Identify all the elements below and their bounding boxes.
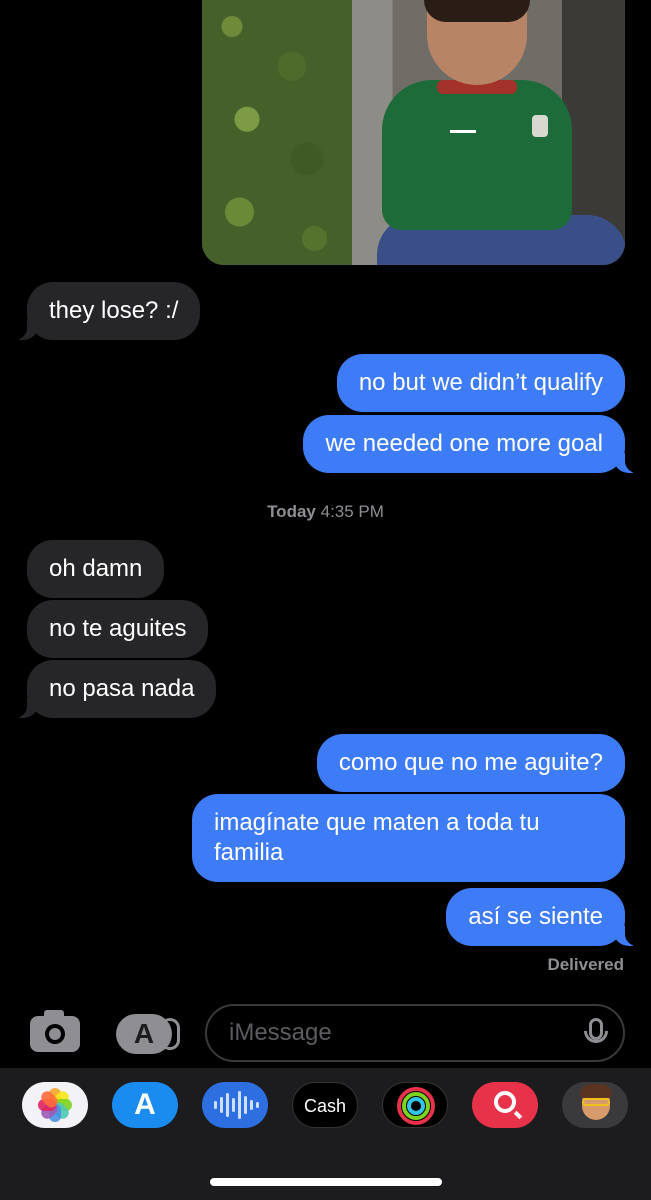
photo-hair [424, 0, 530, 22]
camera-icon[interactable] [30, 1010, 80, 1052]
photo-crest [532, 115, 548, 137]
message-text-line-1: imagínate que maten a toda tu [214, 809, 540, 836]
composer-bar: A iMessage [0, 1000, 651, 1066]
message-input-placeholder: iMessage [229, 1019, 332, 1046]
message-text: así se siente [468, 903, 603, 930]
app-store-app-icon[interactable]: A [112, 1082, 178, 1128]
message-text: como que no me aguite? [338, 749, 603, 776]
message-incoming[interactable]: oh damn [27, 540, 165, 598]
image-search-app-icon[interactable] [472, 1082, 538, 1128]
message-incoming[interactable]: no pasa nada [14, 660, 217, 718]
photo-ivy [202, 0, 352, 265]
app-store-icon[interactable]: A [116, 1014, 180, 1054]
photo-stripes [450, 130, 476, 145]
message-outgoing[interactable]: no but we didn’t qualify [336, 354, 625, 412]
timestamp-time: 4:35 PM [320, 502, 384, 521]
audio-message-app-icon[interactable] [202, 1082, 268, 1128]
message-outgoing-multiline[interactable]: imagínate que maten a toda tu familia [192, 794, 625, 882]
activity-app-icon[interactable] [382, 1082, 448, 1128]
photos-app-icon[interactable] [22, 1082, 88, 1128]
message-outgoing[interactable]: así se siente [446, 888, 637, 946]
message-text: we needed one more goal [325, 430, 603, 457]
search-icon [494, 1091, 516, 1113]
message-timestamp: Today 4:35 PM [0, 502, 651, 522]
shared-photo[interactable] [202, 0, 625, 265]
message-outgoing[interactable]: we needed one more goal [303, 415, 637, 473]
apple-cash-app-icon[interactable]: Cash [292, 1082, 358, 1128]
memoji-app-icon[interactable] [562, 1082, 628, 1128]
message-input[interactable]: iMessage [205, 1004, 625, 1062]
message-text: no pasa nada [49, 675, 195, 702]
message-incoming[interactable]: no te aguites [27, 600, 209, 658]
message-text-line-2: familia [214, 839, 284, 866]
home-indicator[interactable] [210, 1178, 442, 1186]
delivery-status: Delivered [547, 955, 624, 974]
photo-jersey [382, 80, 572, 230]
camera-lens [45, 1024, 65, 1044]
microphone-icon[interactable] [584, 1018, 608, 1043]
timestamp-day: Today [267, 502, 316, 521]
message-text: no te aguites [49, 615, 187, 642]
message-text: they lose? :/ [49, 297, 179, 324]
message-incoming[interactable]: they lose? :/ [14, 282, 201, 340]
message-outgoing[interactable]: como que no me aguite? [316, 734, 625, 792]
message-text: no but we didn’t qualify [358, 369, 603, 396]
cash-label: Cash [303, 1096, 347, 1116]
message-text: oh damn [49, 555, 143, 582]
